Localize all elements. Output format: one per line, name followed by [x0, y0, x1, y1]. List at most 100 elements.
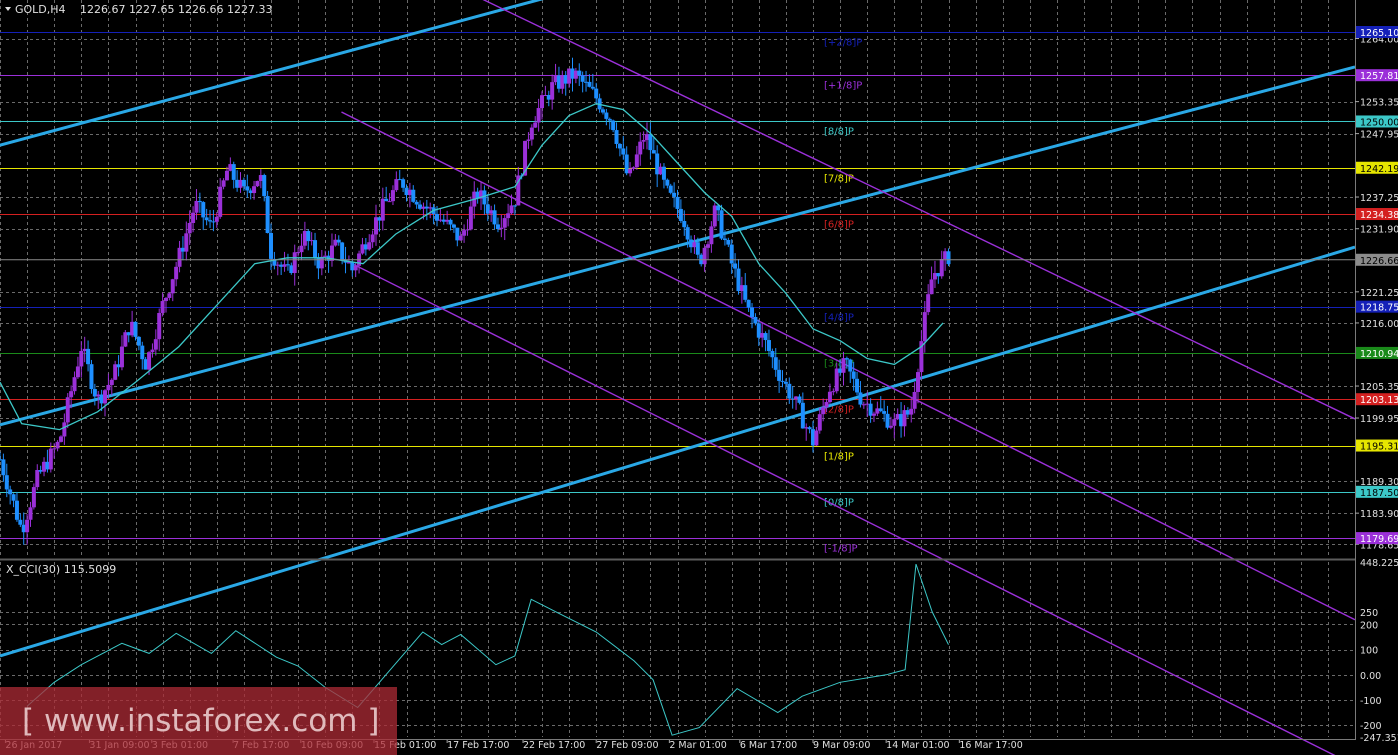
bear-candle: [265, 196, 270, 234]
bull-candle: [55, 441, 60, 449]
murrey-level-label: [4/8]P: [824, 313, 854, 324]
bull-candle: [499, 227, 504, 230]
bear-candle: [783, 381, 788, 384]
bear-candle: [607, 118, 612, 121]
bull-candle: [160, 301, 165, 313]
bear-candle: [414, 201, 419, 205]
bear-candle: [197, 200, 202, 203]
time-tick-label: 17 Feb 17:00: [447, 740, 509, 751]
bear-candle: [14, 500, 19, 520]
bear-candle: [89, 364, 94, 389]
bull-candle: [462, 230, 467, 236]
bull-candle: [506, 213, 511, 219]
murrey-value-label: 1250.00: [1360, 117, 1398, 128]
cci-tick-label: -100: [1360, 696, 1382, 707]
murrey-value-label: 1210.94: [1360, 349, 1398, 360]
bear-candle: [787, 383, 792, 399]
bull-candle: [390, 190, 395, 202]
bull-candle: [638, 141, 643, 155]
cci-tick-label: 0.00: [1360, 671, 1381, 682]
bull-candle: [465, 229, 470, 231]
bull-candle: [221, 180, 226, 187]
bull-candle: [28, 507, 33, 520]
bear-candle: [577, 70, 582, 76]
bear-candle: [668, 185, 673, 193]
bear-candle: [685, 227, 690, 240]
chart-header: GOLD,H4 1226.67 1227.65 1226.66 1227.33: [5, 3, 272, 16]
bear-candle: [140, 345, 145, 360]
bear-candle: [678, 208, 683, 221]
bull-candle: [814, 430, 819, 446]
bull-candle: [147, 352, 152, 370]
bear-candle: [726, 239, 731, 245]
murrey-level-label: [1/8]P: [824, 452, 854, 463]
bear-candle: [580, 75, 585, 82]
bear-candle: [672, 192, 677, 197]
bear-candle: [336, 239, 341, 243]
bull-candle: [909, 408, 914, 415]
bear-candle: [401, 179, 406, 188]
bull-candle: [916, 372, 921, 392]
bull-candle: [353, 265, 358, 271]
bull-candle: [468, 206, 473, 230]
bear-candle: [604, 112, 609, 119]
bull-candle: [194, 200, 199, 213]
bear-candle: [807, 427, 812, 430]
bear-candle: [241, 179, 246, 187]
bull-candle: [170, 279, 175, 294]
bull-candle: [387, 201, 392, 203]
bear-candle: [411, 189, 416, 202]
bull-candle: [370, 234, 375, 243]
murrey-level-label: [6/8]P: [824, 220, 854, 231]
price-tick-label: 1199.95: [1360, 414, 1398, 425]
murrey-level-label: [8/8]P: [824, 127, 854, 138]
bull-candle: [299, 245, 304, 253]
bull-candle: [224, 170, 229, 181]
bear-candle: [729, 244, 734, 264]
bear-candle: [648, 134, 653, 151]
murrey-value-label: 1257.81: [1360, 71, 1398, 82]
cci-tick-label: 200: [1360, 620, 1378, 631]
bull-candle: [821, 407, 826, 415]
bull-candle: [841, 358, 846, 373]
bear-candle: [844, 358, 849, 360]
bull-candle: [540, 95, 544, 109]
time-tick-label: 14 Mar 01:00: [886, 740, 949, 751]
bull-candle: [79, 350, 84, 367]
bull-candle: [218, 186, 223, 217]
bear-candle: [848, 359, 853, 372]
bear-candle: [665, 179, 670, 186]
bear-candle: [306, 231, 311, 242]
price-tick-label: 1216.00: [1360, 319, 1398, 330]
bull-candle: [72, 377, 77, 392]
chart-canvas: [+2/8]P[+1/8]P[8/8]P[7/8]P[6/8]P[4/8]P[3…: [0, 0, 1398, 755]
time-tick-label: 22 Feb 17:00: [523, 740, 585, 751]
bull-candle: [550, 82, 555, 100]
bull-candle: [939, 259, 944, 277]
bear-candle: [451, 224, 456, 228]
bull-candle: [163, 297, 168, 302]
price-tick-label: 1237.25: [1360, 193, 1398, 204]
bear-candle: [855, 378, 860, 393]
bear-candle: [878, 408, 883, 412]
bull-candle: [394, 179, 399, 191]
bull-candle: [705, 244, 710, 248]
murrey-value-label: 1265.10: [1360, 28, 1398, 39]
bull-candle: [641, 140, 646, 142]
bear-candle: [482, 190, 487, 205]
bull-candle: [25, 519, 30, 533]
bull-candle: [153, 339, 158, 350]
bull-candle: [252, 186, 257, 194]
bull-candle: [106, 385, 111, 391]
bear-candle: [136, 336, 141, 346]
time-tick-label: 16 Mar 17:00: [959, 740, 1022, 751]
bull-candle: [634, 154, 639, 168]
cci-tick-label: -247.3518: [1360, 733, 1398, 744]
bear-candle: [231, 164, 236, 180]
bull-candle: [119, 346, 124, 368]
bear-candle: [766, 340, 771, 351]
bull-candle: [184, 233, 189, 252]
bear-candle: [695, 242, 700, 255]
murrey-value-label: 1203.13: [1360, 395, 1398, 406]
cci-tick-label: 448.2258: [1360, 558, 1398, 569]
